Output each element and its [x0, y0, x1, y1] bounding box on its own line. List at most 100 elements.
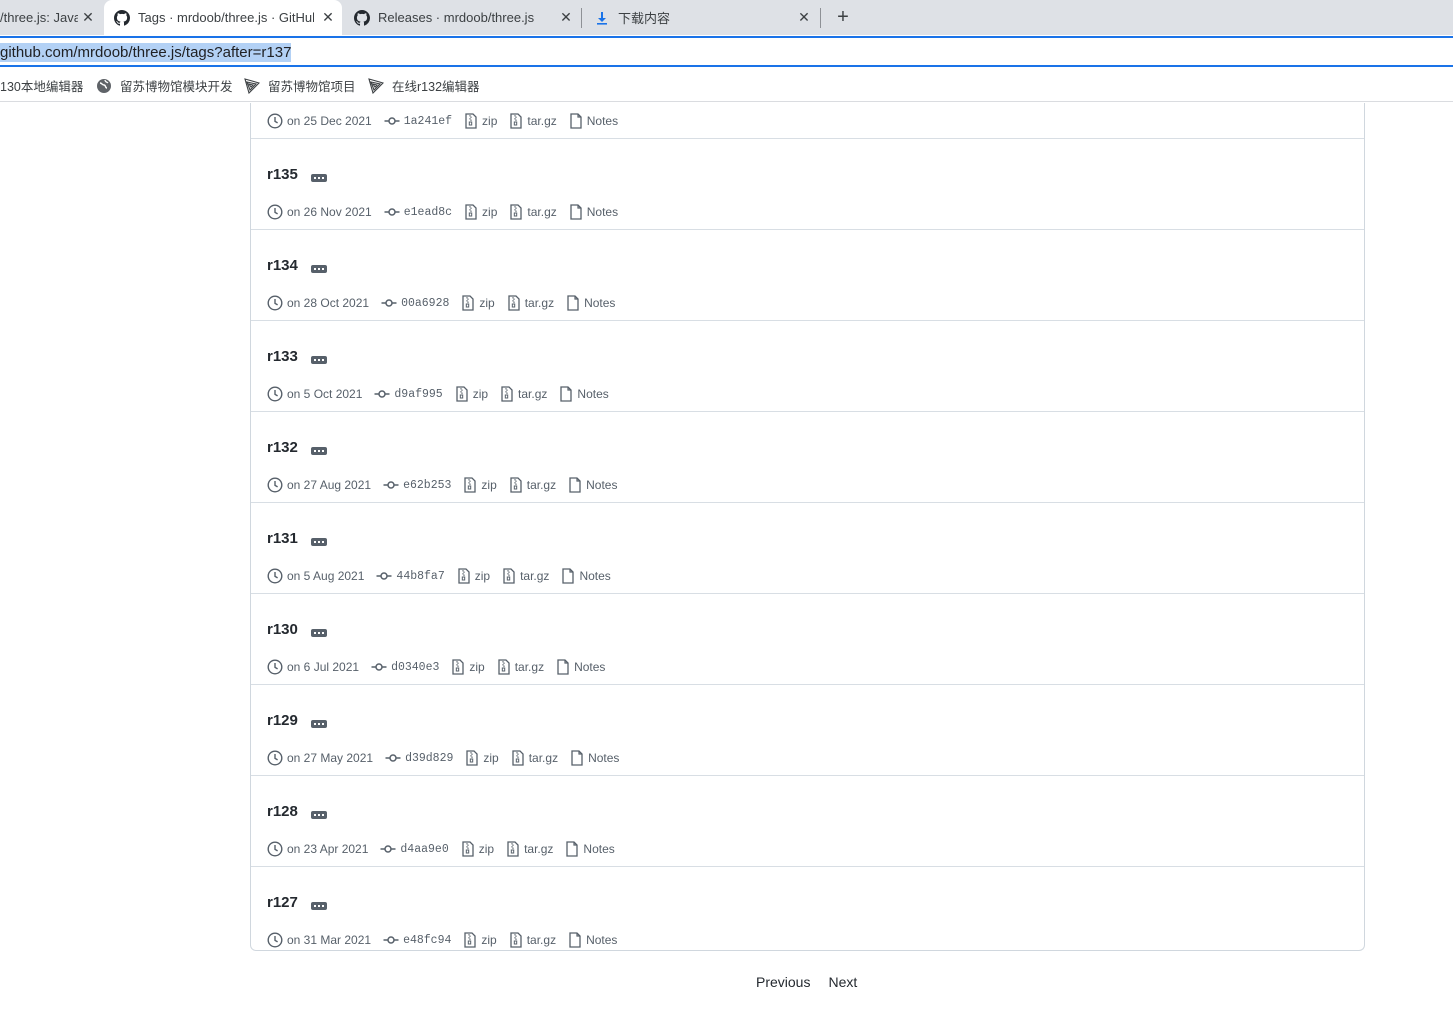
- tag-name-link[interactable]: r130: [267, 621, 298, 638]
- tar-label: tar.gz: [526, 478, 557, 492]
- tag-name-link[interactable]: r131: [267, 530, 298, 547]
- notes-link[interactable]: Notes: [565, 841, 615, 857]
- notes-label: Notes: [579, 569, 611, 583]
- file-zip-icon: [462, 841, 474, 857]
- commit-sha: e62b253: [403, 478, 452, 492]
- ellipsis-button[interactable]: [310, 264, 327, 273]
- notes-link[interactable]: Notes: [568, 477, 617, 493]
- zip-download-link[interactable]: zip: [465, 750, 499, 766]
- notes-link[interactable]: Notes: [569, 113, 618, 129]
- tar-download-link[interactable]: tar.gz: [507, 295, 554, 311]
- notes-link[interactable]: Notes: [568, 932, 617, 948]
- commit-link[interactable]: 1a241ef: [384, 113, 452, 129]
- github-icon: [354, 9, 370, 26]
- bookmark-130-editor[interactable]: 130本地编辑器: [0, 76, 83, 95]
- notes-label: Notes: [586, 478, 618, 492]
- toolbar: github.com/mrdoob/three.js/tags?after=r1…: [0, 35, 1453, 68]
- close-icon[interactable]: ✕: [796, 9, 812, 25]
- tab-releases-github[interactable]: Releases · mrdoob/three.js ✕: [344, 0, 580, 35]
- zip-download-link[interactable]: zip: [464, 113, 497, 129]
- clock-icon: [267, 386, 283, 402]
- tab-tags-github[interactable]: Tags · mrdoob/three.js · GitHub ✕: [104, 0, 342, 35]
- close-icon[interactable]: ✕: [80, 9, 96, 25]
- tar-download-link[interactable]: tar.gz: [511, 750, 558, 766]
- previous-button[interactable]: Previous: [756, 974, 810, 990]
- commit-link[interactable]: e48fc94: [383, 932, 451, 948]
- bookmark-r132-editor[interactable]: 在线r132编辑器: [368, 76, 480, 95]
- tag-meta: on 28 Oct 2021 00a6928 zip tar.gz Notes: [267, 295, 627, 311]
- tar-download-link[interactable]: tar.gz: [509, 477, 556, 493]
- tab-threejs-java[interactable]: /three.js: Java ✕: [0, 0, 102, 35]
- tag-name-link[interactable]: r134: [267, 257, 298, 274]
- tag-name-link[interactable]: r132: [267, 439, 298, 456]
- tag-name-link[interactable]: r135: [267, 166, 298, 183]
- commit-link[interactable]: d39d829: [385, 750, 453, 766]
- tag-meta: on 23 Apr 2021 d4aa9e0 zip tar.gz Notes: [267, 841, 627, 857]
- commit-sha: e1ead8c: [403, 205, 453, 219]
- close-icon[interactable]: ✕: [558, 9, 574, 25]
- notes-link[interactable]: Notes: [570, 750, 619, 766]
- address-bar[interactable]: github.com/mrdoob/three.js/tags?after=r1…: [0, 36, 1453, 67]
- tar-label: tar.gz: [524, 842, 554, 856]
- ellipsis-button[interactable]: [310, 628, 327, 637]
- zip-download-link[interactable]: zip: [463, 932, 497, 948]
- tag-date-text: on 23 Apr 2021: [287, 842, 369, 856]
- tar-download-link[interactable]: tar.gz: [506, 841, 553, 857]
- tar-download-link[interactable]: tar.gz: [509, 204, 557, 220]
- file-zip-icon: [456, 386, 468, 402]
- bookmark-museum-module[interactable]: 留苏博物馆模块开发: [96, 76, 233, 95]
- tar-download-link[interactable]: tar.gz: [502, 568, 549, 584]
- commit-link[interactable]: 00a6928: [381, 295, 449, 311]
- zip-download-link[interactable]: zip: [455, 386, 488, 402]
- commit-link[interactable]: e62b253: [383, 477, 451, 493]
- commit-link[interactable]: d4aa9e0: [380, 841, 449, 857]
- commit-link[interactable]: e1ead8c: [384, 204, 452, 220]
- notes-link[interactable]: Notes: [566, 295, 615, 311]
- ellipsis-button[interactable]: [310, 810, 327, 819]
- ellipsis-button[interactable]: [310, 173, 327, 182]
- zip-download-link[interactable]: zip: [463, 477, 497, 493]
- tag-name-link[interactable]: r133: [267, 348, 298, 365]
- ellipsis-button[interactable]: [310, 446, 327, 455]
- zip-label: zip: [482, 114, 498, 128]
- commit-sha: d0340e3: [391, 660, 440, 674]
- tar-download-link[interactable]: tar.gz: [500, 386, 547, 402]
- zip-label: zip: [478, 842, 495, 856]
- commit-icon: [385, 754, 401, 762]
- notes-link[interactable]: Notes: [556, 659, 605, 675]
- close-icon[interactable]: ✕: [320, 9, 336, 25]
- zip-download-link[interactable]: zip: [457, 568, 490, 584]
- ellipsis-button[interactable]: [310, 537, 327, 546]
- commit-link[interactable]: d0340e3: [371, 659, 439, 675]
- zip-label: zip: [482, 205, 498, 219]
- commit-link[interactable]: 44b8fa7: [376, 568, 445, 584]
- tag-name-link[interactable]: r127: [267, 894, 298, 911]
- new-tab-button[interactable]: +: [832, 6, 854, 28]
- tab-title: Tags · mrdoob/three.js · GitHub: [138, 10, 314, 25]
- tag-header: r127: [267, 894, 327, 911]
- next-button[interactable]: Next: [828, 974, 857, 990]
- tar-download-link[interactable]: tar.gz: [509, 932, 556, 948]
- bookmarks-bar: 130本地编辑器 留苏博物馆模块开发 留苏博物馆项目 在线r132编辑器: [0, 68, 1453, 102]
- tar-download-link[interactable]: tar.gz: [509, 113, 557, 129]
- tag-name-link[interactable]: r128: [267, 803, 298, 820]
- tag-row: r132 on 27 Aug 2021 e62b253 zip tar.gz Notes: [251, 412, 1364, 503]
- ellipsis-button[interactable]: [310, 719, 327, 728]
- zip-download-link[interactable]: zip: [451, 659, 485, 675]
- bookmark-museum-project[interactable]: 留苏博物馆项目: [244, 76, 356, 95]
- ellipsis-button[interactable]: [310, 355, 327, 364]
- commit-link[interactable]: d9af995: [374, 386, 443, 402]
- zip-download-link[interactable]: zip: [461, 295, 495, 311]
- tag-row: r131 on 5 Aug 2021 44b8fa7 zip tar.gz Notes: [251, 503, 1364, 594]
- ellipsis-button[interactable]: [310, 901, 327, 910]
- zip-download-link[interactable]: zip: [464, 204, 497, 220]
- zip-download-link[interactable]: zip: [461, 841, 494, 857]
- commit-sha: d39d829: [405, 751, 454, 765]
- notes-link[interactable]: Notes: [561, 568, 611, 584]
- notes-link[interactable]: Notes: [569, 204, 618, 220]
- tab-downloads[interactable]: 下载内容 ✕: [584, 0, 818, 35]
- tag-date-text: on 6 Jul 2021: [287, 660, 360, 674]
- tag-name-link[interactable]: r129: [267, 712, 298, 729]
- notes-link[interactable]: Notes: [559, 386, 609, 402]
- tar-download-link[interactable]: tar.gz: [497, 659, 544, 675]
